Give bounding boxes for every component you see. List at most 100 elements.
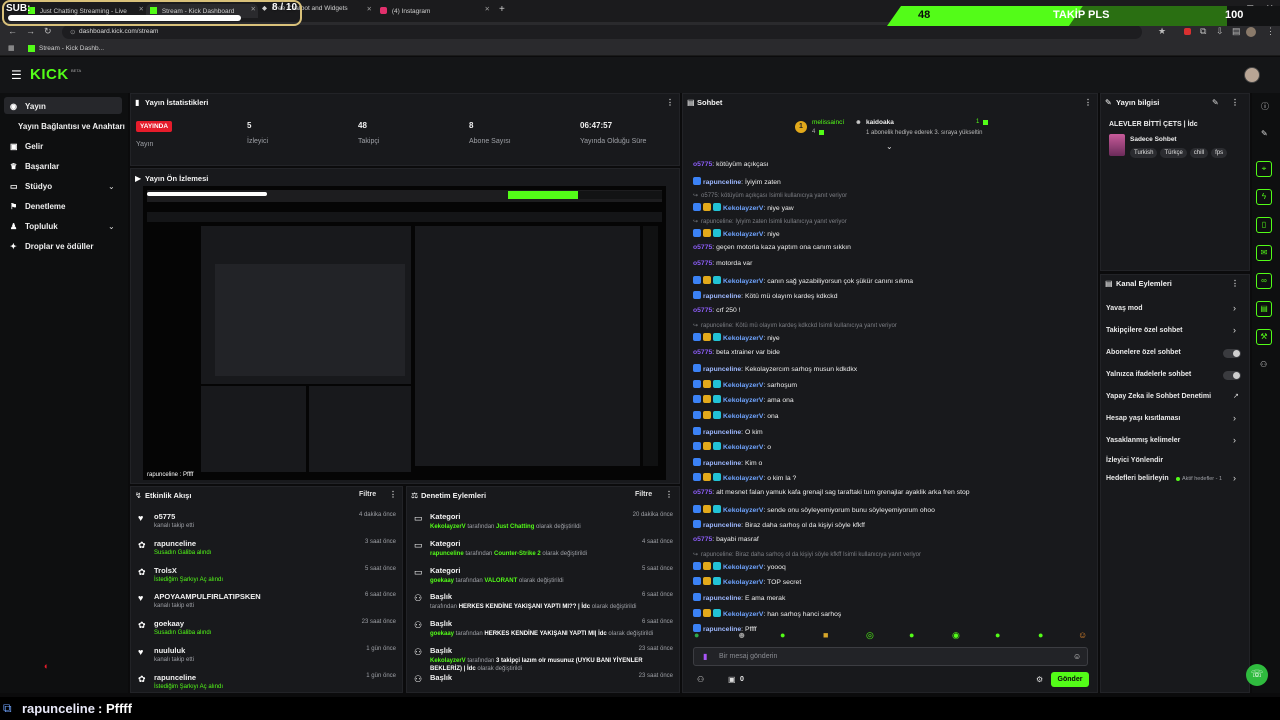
more-options-icon[interactable]: ⋮ xyxy=(389,490,397,499)
chat-username[interactable]: rapunceline xyxy=(703,595,741,602)
chat-username[interactable]: KekolayzerV xyxy=(723,564,763,571)
chat-input-field[interactable]: ▮ Bir mesaj gönderin ☺ xyxy=(693,647,1088,666)
moderation-user[interactable]: KekolayzerV xyxy=(430,658,466,664)
emote-icon[interactable]: ● xyxy=(995,630,1000,640)
event-user-name[interactable]: rapunceline xyxy=(154,673,196,682)
channel-action-item[interactable]: Yavaş mod xyxy=(1106,305,1143,312)
chat-username[interactable]: KekolayzerV xyxy=(723,611,763,618)
chat-username[interactable]: KekolayzerV xyxy=(723,475,763,482)
emote-icon[interactable]: ◎ xyxy=(866,630,874,641)
back-icon[interactable]: ← xyxy=(8,26,17,36)
toggle-switch[interactable] xyxy=(1223,349,1241,358)
chat-username[interactable]: KekolayzerV xyxy=(723,335,763,342)
chat-username[interactable]: KekolayzerV xyxy=(723,397,763,404)
channel-action-item[interactable]: Hedefleri belirleyin xyxy=(1106,475,1169,482)
help-chat-icon[interactable]: ☏ xyxy=(1246,664,1268,686)
chevron-right-icon[interactable]: › xyxy=(1233,413,1236,423)
sidebar-item-studyo[interactable]: ▭ Stüdyo xyxy=(10,182,52,191)
reload-icon[interactable]: ↻ xyxy=(44,26,52,37)
edit-pencil-icon[interactable]: ✎ xyxy=(1261,129,1268,138)
emote-icon[interactable]: ☺ xyxy=(1078,630,1087,640)
filter-button[interactable]: Filtre xyxy=(359,491,376,498)
chat-username[interactable]: KekolayzerV xyxy=(723,278,763,285)
chat-username[interactable]: KekolayzerV xyxy=(723,205,763,212)
event-user-name[interactable]: nuululuk xyxy=(154,646,185,655)
sidebar-item-gelir[interactable]: ▣ Gelir xyxy=(10,142,43,151)
site-info-icon[interactable]: ⊙ xyxy=(70,28,75,36)
chat-username[interactable]: rapunceline xyxy=(703,429,741,436)
moderation-user[interactable]: goekaay xyxy=(430,578,454,584)
bookmark-star-icon[interactable]: ★ xyxy=(1158,26,1166,37)
channel-action-item[interactable]: Yapay Zeka ile Sohbet Denetimi xyxy=(1106,393,1211,400)
chevron-right-icon[interactable]: › xyxy=(1233,303,1236,313)
chat-username[interactable]: rapunceline xyxy=(703,522,741,529)
extension-icon[interactable]: ⧉ xyxy=(1200,26,1206,37)
apps-grid-icon[interactable]: ▦ xyxy=(8,44,15,52)
chat-username[interactable]: rapunceline xyxy=(703,179,741,186)
chat-username[interactable]: KekolayzerV xyxy=(723,579,763,586)
event-user-name[interactable]: goekaay xyxy=(154,619,184,628)
kick-logo[interactable]: KICK xyxy=(30,66,69,83)
chevron-right-icon[interactable]: › xyxy=(1233,473,1236,483)
rail-lightning-icon[interactable]: ϟ xyxy=(1256,189,1272,205)
sidebar-item-droplar[interactable]: ✦ Droplar ve ödüller xyxy=(10,242,93,251)
emote-icon[interactable]: ● xyxy=(780,630,785,640)
stream-tag[interactable]: fps xyxy=(1211,148,1228,158)
rail-link-icon[interactable]: ∞ xyxy=(1256,273,1272,289)
rail-wrench-icon[interactable]: ⚒ xyxy=(1256,329,1272,345)
browser-tab[interactable]: (4) Instagram ✕ xyxy=(380,4,492,18)
chat-username[interactable]: KekolayzerV xyxy=(723,231,763,238)
sidebar-item-basarilar[interactable]: ♛ Başarılar xyxy=(10,162,59,171)
url-field[interactable]: ⊙ dashboard.kick.com/stream xyxy=(62,25,1142,39)
expand-chevron-icon[interactable]: ⌄ xyxy=(886,142,893,151)
chat-username[interactable]: KekolayzerV xyxy=(723,507,763,514)
stream-tag[interactable]: Türkçe xyxy=(1160,148,1187,158)
emote-icon[interactable]: ☻ xyxy=(737,630,746,640)
toggle-switch[interactable] xyxy=(1223,371,1241,380)
moderation-user[interactable]: goekaay xyxy=(430,631,454,637)
chat-username[interactable]: rapunceline xyxy=(703,293,741,300)
channel-action-item[interactable]: Hesap yaşı kısıtlaması xyxy=(1106,415,1180,422)
chat-username[interactable]: rapunceline xyxy=(703,366,741,373)
sidebar-item-yayin[interactable]: ◉ Yayın xyxy=(10,102,46,111)
event-user-name[interactable]: o5775 xyxy=(154,512,175,521)
info-icon[interactable]: ⓘ xyxy=(1261,101,1269,112)
more-options-icon[interactable]: ⋮ xyxy=(1231,98,1239,107)
filter-button[interactable]: Filtre xyxy=(635,491,652,498)
event-user-name[interactable]: rapunceline xyxy=(154,539,196,548)
stream-tag[interactable]: chill xyxy=(1189,148,1209,158)
emote-icon[interactable]: ◉ xyxy=(952,630,960,641)
emoji-picker-icon[interactable]: ☺ xyxy=(1073,652,1081,661)
rail-store-icon[interactable]: ▤ xyxy=(1256,301,1272,317)
rail-users-icon[interactable]: ⚇ xyxy=(1260,360,1267,369)
sidebar-item-stream-key[interactable]: Yayın Bağlantısı ve Anahtarı xyxy=(18,122,125,131)
event-user-name[interactable]: TrolsX xyxy=(154,566,177,575)
chat-username[interactable]: o5775 xyxy=(693,489,712,496)
chat-username[interactable]: rapunceline xyxy=(703,460,741,467)
downloads-icon[interactable]: ⇩ xyxy=(1216,26,1224,37)
chevron-down-icon[interactable]: ⌄ xyxy=(108,182,115,191)
more-options-icon[interactable]: ⋮ xyxy=(1084,98,1092,107)
chevron-down-icon[interactable]: ⌄ xyxy=(108,222,115,231)
sidebar-item-denetleme[interactable]: ⚑ Denetleme xyxy=(10,202,65,211)
sidebar-item-topluluk[interactable]: ♟ Topluluk xyxy=(10,222,58,231)
more-options-icon[interactable]: ⋮ xyxy=(665,490,673,499)
chat-username[interactable]: o5775 xyxy=(693,349,712,356)
chat-username[interactable]: o5775 xyxy=(693,307,712,314)
bookmark-link[interactable]: Stream - Kick Dashb... xyxy=(39,45,104,52)
forward-icon[interactable]: → xyxy=(26,26,35,36)
channel-action-item[interactable]: Abonelere özel sohbet xyxy=(1106,349,1181,356)
chat-username[interactable]: o5775 xyxy=(693,536,712,543)
chat-username[interactable]: KekolayzerV xyxy=(723,444,763,451)
rail-chat-bubble-icon[interactable]: ✉ xyxy=(1256,245,1272,261)
emote-icon[interactable]: ● xyxy=(909,630,914,640)
hamburger-menu-icon[interactable]: ☰ xyxy=(11,68,22,82)
chat-username[interactable]: o5775 xyxy=(693,161,712,168)
rail-crosshair-icon[interactable]: ⌖ xyxy=(1256,161,1272,177)
emote-icon[interactable]: ■ xyxy=(823,630,828,640)
new-tab-icon[interactable]: + xyxy=(499,4,505,15)
more-options-icon[interactable]: ⋮ xyxy=(666,98,674,107)
chat-username[interactable]: o5775 xyxy=(693,260,712,267)
moderation-user[interactable]: rapunceline xyxy=(430,551,464,557)
external-link-icon[interactable]: ↗ xyxy=(1233,392,1239,400)
